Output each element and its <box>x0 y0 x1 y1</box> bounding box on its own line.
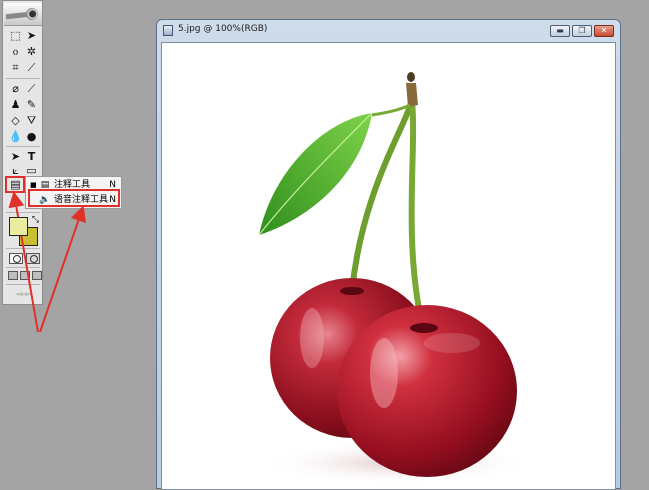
arrow-to-audio-tool <box>39 205 86 333</box>
dodge-tool[interactable]: ● <box>24 129 39 144</box>
healing-brush-tool[interactable]: ⌀ <box>8 81 23 96</box>
toolbox-divider <box>6 267 40 268</box>
quick-mask-button[interactable] <box>26 253 40 264</box>
blur-tool[interactable]: 💧 <box>8 129 23 144</box>
lasso-tool[interactable]: ᦞ <box>8 44 23 59</box>
magic-wand-tool[interactable]: ✲ <box>24 44 39 59</box>
restore-icon: ❐ <box>578 26 586 35</box>
jump-to-imageready-icon[interactable]: ⇨⇦ <box>9 289 39 301</box>
notes-tool[interactable]: ▤ <box>8 177 23 192</box>
eraser-tool[interactable]: ◇ <box>8 113 23 128</box>
minimize-button[interactable]: ▬ <box>550 25 570 37</box>
full-screen-button[interactable] <box>32 271 42 280</box>
brush-tool[interactable]: ⟋ <box>24 81 39 96</box>
crop-tool[interactable]: ⌗ <box>8 60 23 75</box>
history-brush-tool[interactable]: ✎ <box>24 97 39 112</box>
document-window: 5.jpg @ 100%(RGB) ▬ ❐ ✕ <box>156 19 621 490</box>
photoshop-logo[interactable] <box>4 3 42 26</box>
close-icon: ✕ <box>600 26 608 35</box>
audio-tool-highlight <box>28 189 120 207</box>
slice-tool[interactable]: ⟋ <box>24 60 39 75</box>
document-title: 5.jpg @ 100%(RGB) <box>178 24 268 34</box>
rect-marquee-tool[interactable]: ⬚ <box>8 28 23 43</box>
photoshop-document-icon <box>163 25 173 36</box>
minimize-icon: ▬ <box>556 26 564 35</box>
toolbox: ⬚ ➤ ᦞ ✲ ⌗ ⟋ ⌀ ⟋ ♟ ✎ ◇ ⛛ 💧 ● ➤ T ⟀ ▭ ▤ ⟋ … <box>2 0 43 305</box>
paint-bucket-tool[interactable]: ⛛ <box>24 113 39 128</box>
eye-icon <box>26 8 38 20</box>
path-select-tool[interactable]: ➤ <box>8 149 23 164</box>
move-tool[interactable]: ➤ <box>24 28 39 43</box>
toolbox-divider <box>6 78 40 79</box>
toolbox-divider <box>6 146 40 147</box>
clone-stamp-tool[interactable]: ♟ <box>8 97 23 112</box>
image-canvas[interactable] <box>161 42 616 490</box>
cherry-image <box>257 72 537 485</box>
standard-mode-button[interactable] <box>9 253 23 264</box>
hand-tool[interactable]: ✋ <box>8 194 23 209</box>
close-button[interactable]: ✕ <box>594 25 614 37</box>
full-screen-menu-button[interactable] <box>20 271 30 280</box>
type-tool[interactable]: T <box>24 149 39 164</box>
standard-screen-button[interactable] <box>8 271 18 280</box>
toolbox-divider <box>6 284 40 285</box>
document-titlebar[interactable]: 5.jpg @ 100%(RGB) ▬ ❐ ✕ <box>157 20 620 42</box>
toolbox-divider <box>6 248 40 249</box>
swap-colors-icon[interactable]: ⤡ <box>28 213 43 228</box>
foreground-color-swatch[interactable] <box>9 217 28 236</box>
restore-button[interactable]: ❐ <box>572 25 592 37</box>
